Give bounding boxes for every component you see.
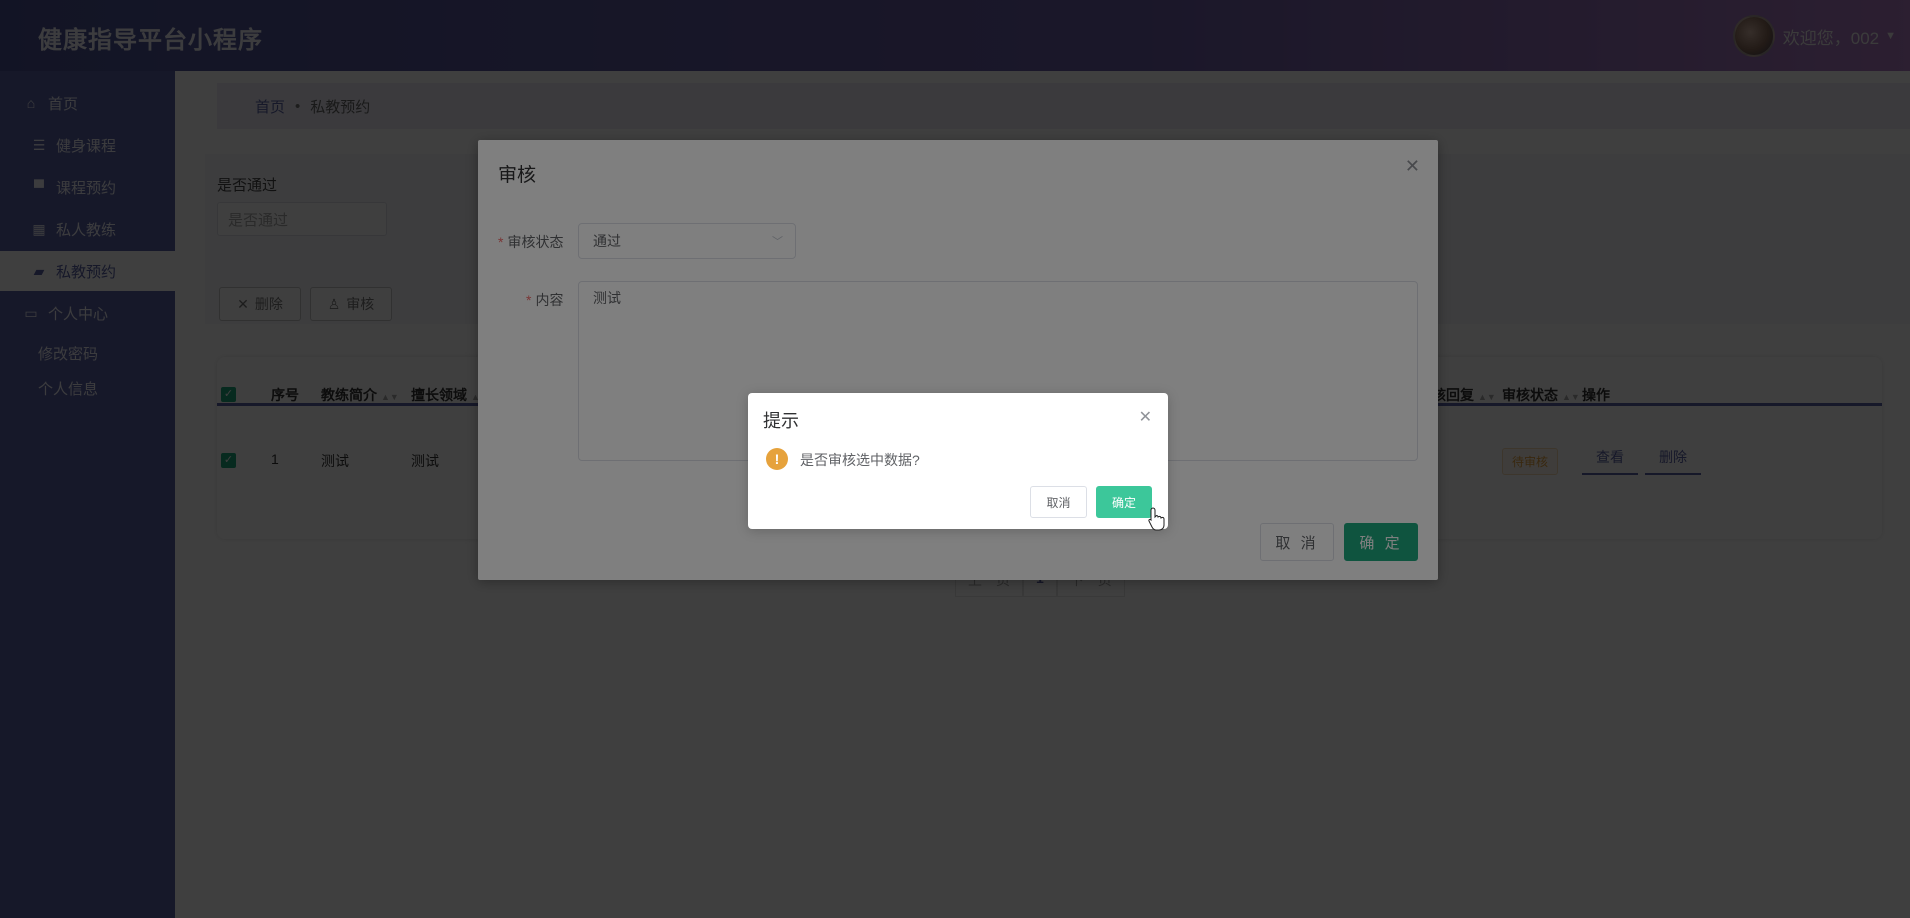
- message-confirm-button[interactable]: 确定: [1096, 486, 1152, 518]
- message-cancel-button[interactable]: 取消: [1030, 486, 1087, 518]
- close-icon[interactable]: ✕: [1139, 407, 1152, 427]
- message-text: 是否审核选中数据?: [800, 452, 920, 468]
- warning-icon: !: [766, 448, 788, 470]
- message-title: 提示: [763, 411, 799, 431]
- confirm-message-box: 提示 ✕ ! 是否审核选中数据? 取消 确定: [748, 393, 1168, 529]
- hand-cursor-icon: [1148, 507, 1165, 531]
